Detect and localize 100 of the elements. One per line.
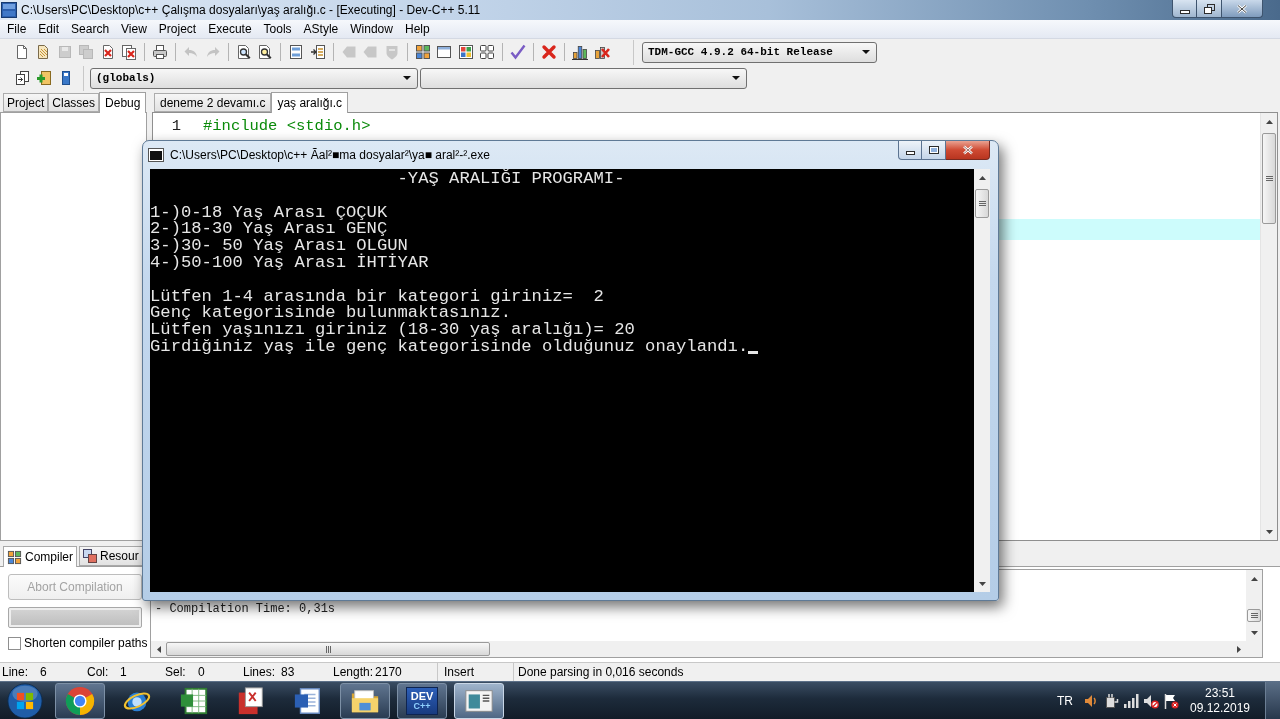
close-button[interactable] — [946, 141, 990, 160]
four-squares-icon[interactable] — [414, 44, 431, 60]
text-document-icon[interactable] — [293, 685, 323, 716]
cross-icon[interactable] — [541, 44, 558, 60]
restore-icon[interactable] — [1203, 3, 1215, 14]
page-magnifier-icon[interactable] — [235, 44, 252, 60]
checkbox-label[interactable]: Shorten compiler paths — [24, 634, 148, 652]
up-arrow-icon[interactable] — [978, 175, 986, 180]
plus-page-icon[interactable] — [36, 70, 52, 86]
grip-icon[interactable] — [1250, 613, 1258, 618]
menu-item[interactable]: Help — [398, 20, 436, 38]
power-plug-icon[interactable] — [1103, 692, 1119, 709]
wheel-logo-icon[interactable] — [65, 685, 95, 716]
down-arrow-icon[interactable] — [978, 581, 986, 586]
panel-tab[interactable]: Compiler — [3, 546, 77, 567]
file-tab[interactable]: yaş aralığı.c — [271, 92, 349, 113]
up-arrow-icon[interactable] — [1250, 576, 1258, 581]
horizontal-scrollbar[interactable] — [151, 641, 1262, 657]
left-arrow-icon[interactable] — [156, 645, 161, 653]
panel-tab[interactable]: Project — [3, 93, 49, 112]
menu-item[interactable]: View — [115, 20, 153, 38]
menu-item[interactable]: File — [1, 20, 33, 38]
maximize-icon[interactable] — [928, 146, 939, 154]
show-desktop-button[interactable] — [1265, 681, 1280, 719]
document-icon[interactable] — [236, 685, 266, 716]
panel-tab[interactable]: Debug — [99, 92, 147, 113]
spreadsheet-icon[interactable] — [179, 685, 209, 716]
maximize-button[interactable] — [922, 141, 946, 160]
taskbar-button[interactable] — [340, 682, 390, 719]
caret-icon[interactable] — [732, 76, 740, 80]
minimize-button[interactable] — [1172, 0, 1197, 18]
menu-item[interactable]: Search — [65, 20, 116, 38]
menu-item[interactable]: Edit — [32, 20, 66, 38]
taskbar-button[interactable] — [55, 682, 105, 719]
signal-bars-icon[interactable] — [1123, 692, 1139, 709]
status-label: Line: — [2, 665, 29, 679]
status-value: 83 — [281, 664, 295, 681]
overlapping-squares-icon[interactable] — [83, 549, 97, 563]
scrollbar-thumb[interactable] — [1262, 133, 1276, 224]
minimize-button[interactable] — [898, 141, 922, 160]
clock-time[interactable]: 23:51 — [1205, 685, 1235, 701]
panel-tab[interactable]: Resour — [79, 546, 143, 566]
console-title: C:\Users\PC\Desktop\c++ Ãal²■ma dosyalar²\ya■ aral²-².exe — [170, 147, 490, 164]
down-arrow-icon[interactable] — [1265, 529, 1273, 534]
up-arrow-icon[interactable] — [1265, 119, 1273, 124]
lined-page-icon[interactable] — [288, 44, 305, 60]
menu-item[interactable]: AStyle — [297, 20, 345, 38]
four-squares-icon[interactable] — [7, 549, 22, 565]
status-label: Sel: — [165, 665, 186, 679]
close-button[interactable] — [1222, 0, 1263, 18]
taskbar-button[interactable]: DEV C++ — [397, 682, 447, 719]
console-line: Girdiğiniz yaş ile genç kategorisinde olduğunuz onaylandı. — [150, 338, 749, 356]
flag-icon[interactable] — [1163, 692, 1179, 709]
vertical-scrollbar[interactable] — [1260, 113, 1277, 540]
menu-item[interactable]: Tools — [257, 20, 298, 38]
scrollbar-thumb[interactable] — [975, 189, 989, 218]
page-magnifier-icon[interactable] — [257, 44, 274, 60]
scrollbar-thumb[interactable] — [1247, 609, 1261, 622]
compiler-select[interactable]: TDM-GCC 4.9.2 64-bit Release — [642, 41, 877, 63]
dropdown-field[interactable] — [420, 67, 747, 89]
menu-item[interactable]: Window — [344, 20, 399, 38]
grip-icon[interactable] — [1265, 176, 1273, 181]
panel-tab[interactable]: Classes — [48, 93, 100, 112]
grip-icon[interactable] — [978, 201, 986, 206]
status-value: 0 — [198, 664, 205, 681]
tiled-square-icon[interactable] — [457, 44, 474, 60]
restore-button[interactable] — [1197, 0, 1222, 18]
language-indicator[interactable]: TR — [1057, 691, 1073, 710]
right-arrow-icon[interactable] — [1236, 645, 1241, 653]
status-message: Done parsing in 0,016 seconds — [518, 664, 684, 681]
arrow-page-icon[interactable] — [309, 44, 326, 60]
console-line: Lütfen yaşınızı giriniz (18-30 yaş aralığı)= 20 — [150, 322, 635, 339]
caret-icon[interactable] — [862, 50, 870, 54]
check-icon[interactable] — [510, 44, 527, 60]
chart-cross-icon[interactable] — [593, 44, 610, 60]
stacked-pages-icon[interactable] — [14, 70, 30, 86]
file-tab[interactable]: deneme 2 devamı.c — [154, 93, 272, 112]
menu-item[interactable]: Execute — [202, 20, 258, 38]
grid-icon[interactable] — [479, 44, 496, 60]
scrollbar-thumb[interactable] — [166, 642, 490, 656]
clock-date[interactable]: 09.12.2019 — [1189, 700, 1251, 716]
app-icon — [1, 2, 17, 18]
checkbox[interactable] — [8, 636, 21, 650]
bar-chart-icon[interactable] — [572, 44, 589, 60]
grip-icon[interactable] — [325, 645, 331, 653]
down-arrow-icon[interactable] — [1250, 630, 1258, 635]
menu-item[interactable]: Project — [152, 20, 203, 38]
console-line: 2-)18-30 Yaş Arası GENÇ — [150, 221, 388, 239]
caret-icon[interactable] — [403, 76, 411, 80]
printer-icon[interactable] — [152, 44, 169, 60]
window-icon[interactable] — [436, 44, 453, 60]
minimize-icon[interactable] — [1179, 9, 1190, 14]
minimize-icon[interactable] — [905, 151, 915, 155]
pages-cross-icon[interactable] — [121, 44, 138, 60]
start-orb-icon[interactable] — [7, 682, 43, 719]
close-icon[interactable] — [1236, 3, 1248, 14]
vertical-scrollbar[interactable] — [1246, 570, 1262, 641]
vertical-scrollbar[interactable] — [974, 169, 990, 592]
scope-select[interactable]: (globals) — [90, 67, 418, 89]
status-label: Length: — [333, 665, 374, 679]
